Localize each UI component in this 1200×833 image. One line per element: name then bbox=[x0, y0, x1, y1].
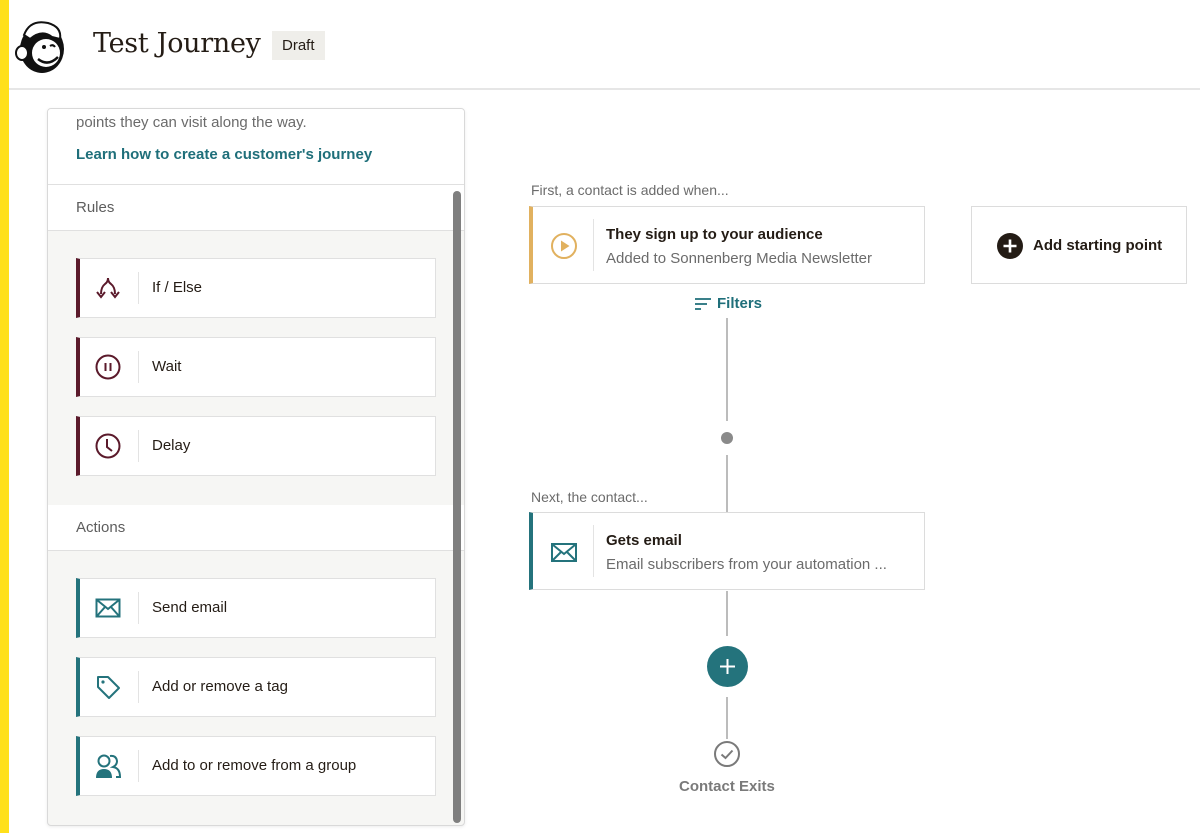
add-starting-point-label: Add starting point bbox=[1033, 237, 1163, 254]
filter-lines-icon bbox=[695, 298, 711, 310]
brand-accent-bar bbox=[0, 0, 9, 833]
divider bbox=[593, 219, 594, 271]
page-header: Test Journey Draft bbox=[9, 0, 1200, 90]
item-label: Delay bbox=[152, 437, 191, 454]
status-badge: Draft bbox=[272, 31, 325, 60]
divider bbox=[138, 592, 139, 624]
trigger-subtitle: Added to Sonnenberg Media Newsletter bbox=[606, 250, 873, 267]
action-item-send-email[interactable]: Send email bbox=[76, 578, 436, 638]
action-card-gets-email[interactable]: Gets email Email subscribers from your a… bbox=[529, 512, 925, 590]
add-step-button[interactable] bbox=[707, 646, 748, 687]
item-label: Wait bbox=[152, 358, 182, 375]
action-item-tag[interactable]: Add or remove a tag bbox=[76, 657, 436, 717]
tag-icon bbox=[97, 676, 120, 699]
action-title: Gets email bbox=[606, 532, 682, 549]
rule-item-delay[interactable]: Delay bbox=[76, 416, 436, 476]
envelope-icon bbox=[95, 598, 121, 618]
split-arrows-icon bbox=[96, 277, 120, 299]
item-label: If / Else bbox=[152, 279, 203, 296]
section-title: Rules bbox=[76, 199, 115, 216]
item-label: Send email bbox=[152, 599, 228, 616]
divider bbox=[138, 750, 139, 782]
play-circle-icon bbox=[551, 233, 577, 259]
plus-icon bbox=[720, 659, 735, 674]
action-subtitle: Email subscribers from your automation .… bbox=[606, 556, 887, 573]
connector-line bbox=[726, 591, 728, 636]
connector-line bbox=[726, 697, 728, 739]
panel-scrollbar[interactable] bbox=[453, 191, 461, 823]
divider bbox=[138, 430, 139, 462]
rule-item-wait[interactable]: Wait bbox=[76, 337, 436, 397]
clock-icon bbox=[95, 433, 121, 459]
next-step-label: Next, the contact... bbox=[531, 489, 652, 505]
intro-text: points they can visit along the way. bbox=[76, 114, 307, 131]
mailchimp-logo-icon[interactable] bbox=[12, 15, 68, 75]
trigger-card[interactable]: They sign up to your audience Added to S… bbox=[529, 206, 925, 284]
pause-circle-icon bbox=[95, 354, 121, 380]
section-header-actions: Actions bbox=[48, 505, 464, 551]
group-icon bbox=[96, 754, 122, 778]
divider bbox=[138, 671, 139, 703]
contact-exits-label: Contact Exits bbox=[679, 778, 775, 795]
check-circle-icon bbox=[714, 741, 740, 767]
action-item-group[interactable]: Add to or remove from a group bbox=[76, 736, 436, 796]
divider bbox=[138, 351, 139, 383]
learn-link[interactable]: Learn how to create a customer's journey bbox=[76, 146, 372, 163]
connector-line bbox=[726, 318, 728, 421]
page-title: Test Journey bbox=[93, 28, 261, 59]
panel-intro: points they can visit along the way. Lea… bbox=[48, 109, 464, 185]
connector-line bbox=[726, 455, 728, 512]
add-starting-point-button[interactable]: Add starting point bbox=[971, 206, 1187, 284]
divider bbox=[138, 272, 139, 304]
section-title: Actions bbox=[76, 519, 126, 536]
rule-item-if-else[interactable]: If / Else bbox=[76, 258, 436, 318]
divider bbox=[593, 525, 594, 577]
trigger-title: They sign up to your audience bbox=[606, 226, 823, 243]
envelope-icon bbox=[551, 543, 577, 562]
plus-circle-icon bbox=[997, 233, 1023, 259]
filters-label: Filters bbox=[717, 295, 763, 312]
section-header-rules: Rules bbox=[48, 185, 464, 231]
item-label: Add or remove a tag bbox=[152, 678, 288, 695]
connector-node bbox=[721, 432, 733, 444]
item-label: Add to or remove from a group bbox=[152, 757, 357, 774]
start-step-label: First, a contact is added when... bbox=[531, 182, 729, 198]
journey-points-panel: points they can visit along the way. Lea… bbox=[47, 108, 465, 826]
